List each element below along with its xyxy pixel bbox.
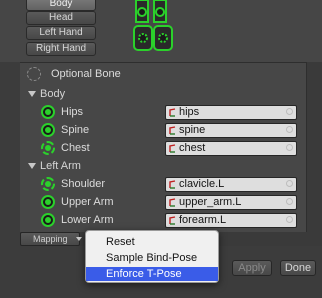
transform-icon	[169, 179, 176, 189]
object-picker-icon[interactable]	[286, 144, 293, 151]
bone-row-shoulder: Shoulder clavicle.L	[20, 175, 306, 193]
optional-bone-legend: Optional Bone	[20, 65, 306, 83]
bone-optional-icon[interactable]	[41, 141, 55, 155]
mapping-label: Mapping	[33, 234, 68, 244]
bone-required-icon[interactable]	[41, 213, 55, 227]
bone-label: Spine	[61, 124, 90, 136]
bone-row-upper-arm: Upper Arm upper_arm.L	[20, 193, 306, 211]
object-picker-icon[interactable]	[286, 198, 293, 205]
bone-field-value: spine	[179, 123, 206, 136]
done-button[interactable]: Done	[280, 260, 316, 276]
object-picker-icon[interactable]	[286, 180, 293, 187]
menu-item-reset[interactable]: Reset	[86, 235, 218, 249]
bone-label: Upper Arm	[61, 196, 114, 208]
bone-field-value: forearm.L	[179, 213, 227, 226]
optional-bone-label: Optional Bone	[51, 68, 121, 80]
vertical-scrollbar[interactable]	[306, 62, 322, 232]
section-body-header[interactable]: Body	[20, 85, 306, 103]
object-picker-icon[interactable]	[286, 108, 293, 115]
section-title: Left Arm	[40, 160, 81, 172]
bone-field-value: upper_arm.L	[179, 195, 242, 208]
bone-row-spine: Spine spine	[20, 121, 306, 139]
avatar-view: Body Head Left Hand Right Hand	[0, 0, 322, 62]
bone-row-hips: Hips hips	[20, 103, 306, 121]
bone-required-icon[interactable]	[41, 123, 55, 137]
mapping-popup-menu: Reset Sample Bind-Pose Enforce T-Pose	[85, 230, 219, 283]
avatar-silhouette	[133, 0, 173, 51]
left-hand-tab-button[interactable]: Left Hand	[26, 26, 96, 40]
section-left-arm-header[interactable]: Left Arm	[20, 157, 306, 175]
bone-required-icon[interactable]	[41, 105, 55, 119]
bone-transform-field[interactable]: spine	[165, 122, 297, 138]
transform-icon	[169, 143, 176, 153]
apply-button[interactable]: Apply	[232, 260, 272, 276]
bone-optional-icon[interactable]	[41, 177, 55, 191]
expand-triangle-icon[interactable]	[28, 163, 36, 169]
mapping-dropdown-button[interactable]: Mapping	[20, 232, 80, 246]
menu-item-enforce-t-pose[interactable]: Enforce T-Pose	[86, 267, 218, 281]
object-picker-icon[interactable]	[286, 216, 293, 223]
bone-field-value: chest	[179, 141, 206, 154]
optional-bone-icon	[27, 67, 41, 81]
left-knee-marker[interactable]	[137, 7, 147, 17]
transform-icon	[169, 215, 176, 225]
bone-transform-field[interactable]: upper_arm.L	[165, 194, 297, 210]
bone-required-icon[interactable]	[41, 195, 55, 209]
menu-item-sample-bind-pose[interactable]: Sample Bind-Pose	[86, 251, 218, 265]
bone-label: Shoulder	[61, 178, 106, 190]
bone-field-value: hips	[179, 105, 200, 118]
bone-row-chest: Chest chest	[20, 139, 306, 157]
bone-label: Hips	[61, 106, 84, 118]
bone-label: Chest	[61, 142, 90, 154]
bone-row-lower-arm: Lower Arm forearm.L	[20, 211, 306, 229]
dropdown-arrow-icon[interactable]	[76, 237, 82, 241]
object-picker-icon[interactable]	[286, 126, 293, 133]
bone-list: Optional Bone Body Hips hips Spine spine…	[20, 62, 306, 232]
body-tab-button[interactable]: Body	[26, 0, 96, 11]
section-title: Body	[40, 88, 66, 100]
right-toe-marker[interactable]	[158, 33, 168, 43]
transform-icon	[169, 107, 176, 117]
transform-icon	[169, 125, 176, 135]
bone-label: Lower Arm	[61, 214, 114, 226]
bone-transform-field[interactable]: clavicle.L	[165, 176, 297, 192]
right-knee-marker[interactable]	[155, 7, 165, 17]
expand-triangle-icon[interactable]	[28, 91, 36, 97]
right-hand-tab-button[interactable]: Right Hand	[26, 42, 96, 56]
transform-icon	[169, 197, 176, 207]
left-toe-marker[interactable]	[138, 33, 148, 43]
bone-transform-field[interactable]: hips	[165, 104, 297, 120]
bone-field-value: clavicle.L	[179, 177, 225, 190]
head-tab-button[interactable]: Head	[26, 11, 96, 25]
bone-transform-field[interactable]: forearm.L	[165, 212, 297, 228]
bone-transform-field[interactable]: chest	[165, 140, 297, 156]
